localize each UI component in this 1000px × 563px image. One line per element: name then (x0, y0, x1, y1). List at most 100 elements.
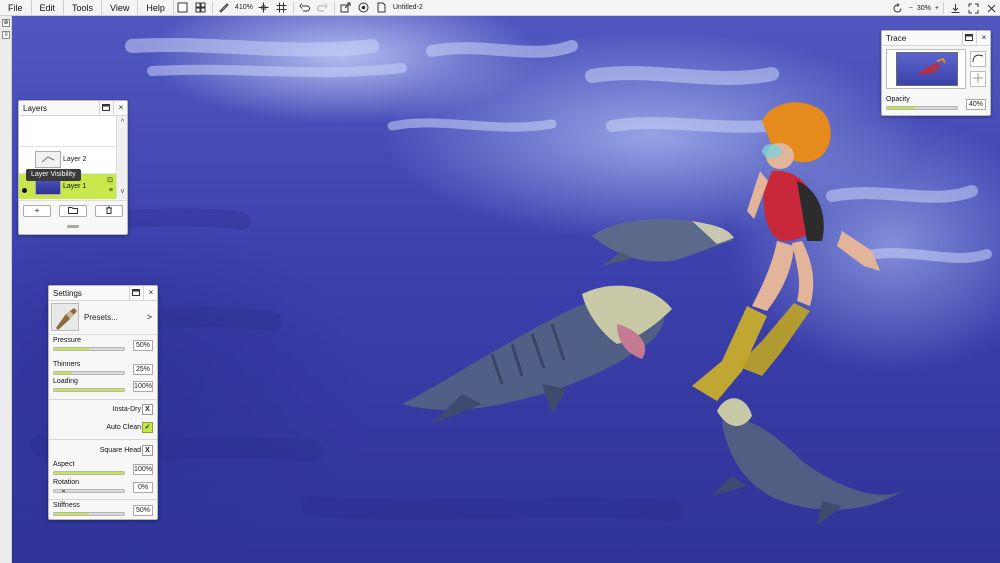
fullscreen-icon[interactable] (966, 1, 980, 15)
toggle-checkbox[interactable]: X (142, 404, 153, 415)
export-icon[interactable] (339, 1, 353, 15)
menu-help[interactable]: Help (138, 0, 174, 16)
brush-icon (51, 303, 79, 331)
slider-track[interactable] (53, 347, 125, 351)
zoom-in-button[interactable]: + (935, 5, 939, 12)
slider-track[interactable] (53, 489, 125, 493)
document-icon (375, 1, 389, 15)
slider-value[interactable]: 100% (133, 381, 153, 392)
big-creature (402, 285, 672, 424)
redo-icon[interactable] (316, 1, 330, 15)
presets-row[interactable]: Presets... > (49, 301, 157, 335)
resize-grip[interactable] (67, 225, 79, 228)
rotation-slider[interactable]: Rotation 0% (53, 479, 153, 501)
trace-thumbnail (896, 52, 958, 86)
insta-dry-toggle[interactable]: Insta-Dry X (49, 402, 157, 418)
slider-fill (887, 107, 915, 109)
layer-name: Layer 1 (63, 183, 87, 190)
settings-panel: Settings × Presets... > Pressure 50% Thi… (48, 285, 158, 520)
canvas-toggle-icon[interactable] (176, 1, 190, 15)
lock-icon[interactable]: ⊡ (107, 176, 113, 184)
close-icon[interactable]: × (979, 33, 989, 43)
zoom-percent[interactable]: 30% (917, 5, 931, 12)
folder-icon[interactable] (59, 204, 87, 217)
header-divider (962, 31, 963, 46)
opacity-slider[interactable]: Opacity 40% (886, 96, 986, 118)
menu-tools[interactable]: Tools (64, 0, 103, 16)
header-divider (99, 101, 100, 116)
layer-thumbnail (35, 151, 61, 168)
stiffness-slider[interactable]: Stiffness 50% (53, 502, 153, 524)
zoom-out-button[interactable]: − (909, 5, 913, 12)
slider-track[interactable] (886, 106, 958, 110)
slider-label: Thinners (53, 361, 81, 368)
slider-fill (54, 472, 124, 474)
download-icon[interactable] (948, 1, 962, 15)
slider-value[interactable]: 100% (133, 464, 153, 475)
slider-label: Opacity (886, 96, 910, 103)
scroll-down-icon[interactable]: v (118, 187, 127, 196)
rotate-canvas-icon[interactable] (891, 1, 905, 15)
loading-slider[interactable]: Loading 100% (53, 378, 153, 400)
toggle-label: Square Head (99, 447, 141, 454)
dock-icon[interactable] (964, 33, 974, 43)
slider-track[interactable] (53, 371, 125, 375)
trace-curve-icon[interactable] (970, 51, 986, 67)
toolbar-separator (943, 2, 944, 14)
trace-image-preview[interactable] (886, 49, 966, 89)
close-icon[interactable]: × (116, 103, 126, 113)
grid-layout-icon[interactable] (194, 1, 208, 15)
header-divider (113, 101, 114, 116)
header-divider (143, 286, 144, 301)
reference-icon[interactable] (357, 1, 371, 15)
slider-fill (54, 389, 124, 391)
slider-track[interactable] (53, 471, 125, 475)
undo-icon[interactable] (298, 1, 312, 15)
layers-scrollbar[interactable]: ^ v (116, 116, 127, 199)
visibility-dot-icon[interactable] (22, 188, 27, 193)
menu-edit[interactable]: Edit (32, 0, 65, 16)
toggle-checkbox[interactable]: X (142, 445, 153, 456)
pressure-slider[interactable]: Pressure 50% (53, 337, 153, 359)
presets-label: Presets... (84, 313, 118, 322)
trace-panel: Trace × Opacity 40% (881, 30, 991, 116)
eyedropper-icon[interactable] (217, 1, 231, 15)
slider-knob[interactable] (62, 490, 65, 492)
slider-track[interactable] (53, 512, 125, 516)
menu-view[interactable]: View (102, 0, 139, 16)
auto-clean-toggle[interactable]: Auto Clean ✓ (49, 420, 157, 436)
dock-icon[interactable] (101, 103, 111, 113)
header-divider (976, 31, 977, 46)
trace-panel-header: Trace × (882, 31, 990, 46)
dock-icon[interactable] (131, 288, 141, 298)
panel-collapse-icon[interactable]: ≡ (2, 31, 10, 39)
menu-file[interactable]: File (0, 0, 32, 16)
zoom-level[interactable]: 410% (235, 4, 253, 11)
layer-menu-icon[interactable]: ≡ (109, 187, 113, 194)
slider-track[interactable] (53, 388, 125, 392)
slider-value[interactable]: 50% (133, 340, 153, 351)
toggle-checkbox[interactable]: ✓ (142, 422, 153, 433)
slider-value[interactable]: 0% (133, 482, 153, 493)
move-icon[interactable] (257, 1, 271, 15)
slider-value[interactable]: 50% (133, 505, 153, 516)
slider-label: Rotation (53, 479, 80, 486)
toggle-label: Auto Clean (106, 424, 141, 431)
diver-figure (692, 102, 880, 401)
panel-toggle-icon[interactable]: ⊕ (2, 19, 10, 27)
square-head-toggle[interactable]: Square Head X (49, 443, 157, 459)
small-creature (592, 219, 734, 266)
slider-value[interactable]: 40% (966, 99, 986, 110)
close-icon[interactable]: × (146, 288, 156, 298)
painting-canvas[interactable] (12, 16, 1000, 563)
slider-label: Stiffness (53, 502, 80, 509)
add-layer-button[interactable]: + (23, 204, 51, 217)
slider-value[interactable]: 25% (133, 364, 153, 375)
grid-icon[interactable] (275, 1, 289, 15)
trace-move-icon[interactable] (970, 71, 986, 87)
delete-layer-icon[interactable] (95, 204, 123, 217)
settings-title: Settings (53, 288, 82, 298)
close-icon[interactable] (984, 1, 998, 15)
toolbar-separator (292, 1, 294, 14)
scroll-up-icon[interactable]: ^ (118, 118, 127, 127)
